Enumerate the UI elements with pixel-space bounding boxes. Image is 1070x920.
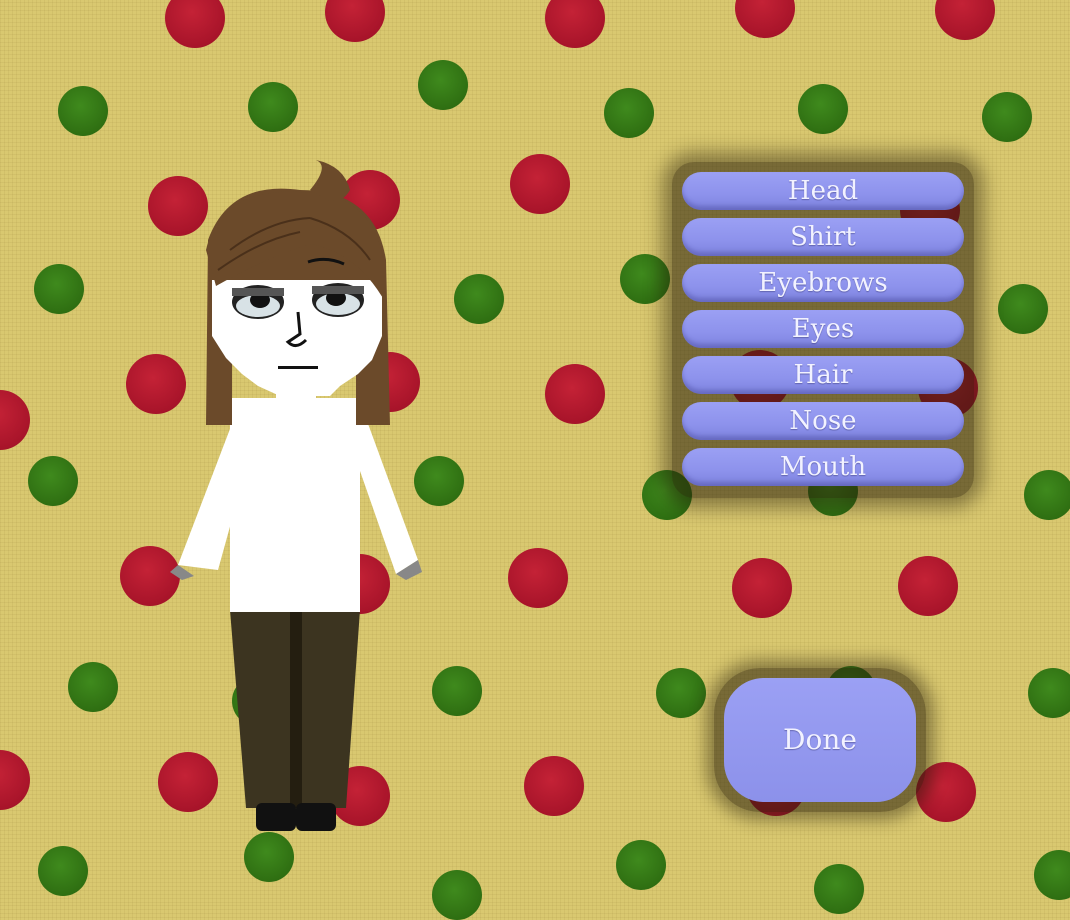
green-dot <box>418 60 468 110</box>
green-dot <box>454 274 504 324</box>
red-dot <box>508 548 568 608</box>
red-dot <box>325 0 385 42</box>
green-dot <box>432 666 482 716</box>
green-dot <box>620 254 670 304</box>
red-dot <box>524 756 584 816</box>
red-dot <box>545 0 605 48</box>
green-dot <box>616 840 666 890</box>
red-dot <box>935 0 995 40</box>
green-dot <box>28 456 78 506</box>
avatar-shirt <box>230 398 360 612</box>
red-dot <box>0 390 30 450</box>
green-dot <box>1024 470 1070 520</box>
mouth-button[interactable]: Mouth <box>682 448 964 486</box>
shirt-button[interactable]: Shirt <box>682 218 964 256</box>
green-dot <box>656 668 706 718</box>
green-dot <box>982 92 1032 142</box>
green-dot <box>998 284 1048 334</box>
green-dot <box>432 870 482 920</box>
eyes-button[interactable]: Eyes <box>682 310 964 348</box>
red-dot <box>0 750 30 810</box>
green-dot <box>798 84 848 134</box>
done-button-frame: Done <box>714 668 926 812</box>
green-dot <box>1034 850 1070 900</box>
red-dot <box>165 0 225 48</box>
eyebrows-button[interactable]: Eyebrows <box>682 264 964 302</box>
green-dot <box>1028 668 1070 718</box>
green-dot <box>604 88 654 138</box>
red-dot <box>735 0 795 38</box>
customize-menu: Head Shirt Eyebrows Eyes Hair Nose Mouth <box>672 162 974 498</box>
green-dot <box>34 264 84 314</box>
head-button[interactable]: Head <box>682 172 964 210</box>
done-button[interactable]: Done <box>724 678 916 802</box>
avatar-mouth <box>278 366 318 369</box>
red-dot <box>545 364 605 424</box>
green-dot <box>38 846 88 896</box>
red-dot <box>510 154 570 214</box>
hair-button[interactable]: Hair <box>682 356 964 394</box>
green-dot <box>68 662 118 712</box>
green-dot <box>248 82 298 132</box>
green-dot <box>58 86 108 136</box>
red-dot <box>732 558 792 618</box>
nose-button[interactable]: Nose <box>682 402 964 440</box>
avatar-pants <box>230 610 360 808</box>
red-dot <box>898 556 958 616</box>
green-dot <box>814 864 864 914</box>
avatar-character <box>170 160 422 831</box>
